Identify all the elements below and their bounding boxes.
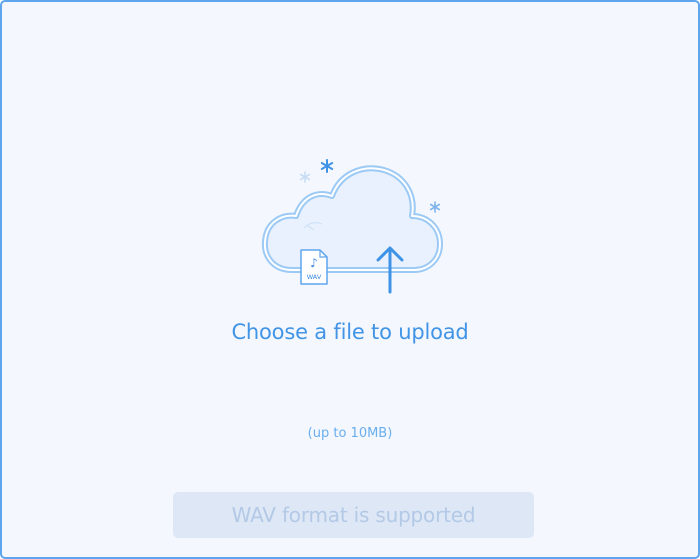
cloud-upload-icon: [261, 165, 443, 273]
format-note-label: WAV format is supported: [231, 503, 476, 527]
size-limit-label: (up to 10MB): [307, 426, 393, 441]
snowflake-icon: [429, 201, 441, 213]
wav-file-icon: ♪ WAV: [300, 249, 328, 285]
svg-text:WAV: WAV: [307, 273, 322, 281]
snowflake-icon: [320, 159, 334, 173]
format-note-badge: WAV format is supported: [173, 492, 534, 538]
upload-illustration: ♪ WAV: [252, 150, 452, 300]
svg-text:♪: ♪: [310, 256, 318, 270]
snowflake-icon: [299, 171, 311, 183]
upload-title[interactable]: Choose a file to upload: [2, 320, 698, 344]
file-drop-zone[interactable]: ♪ WAV Choose a file to upload (up to 10M…: [0, 0, 700, 559]
